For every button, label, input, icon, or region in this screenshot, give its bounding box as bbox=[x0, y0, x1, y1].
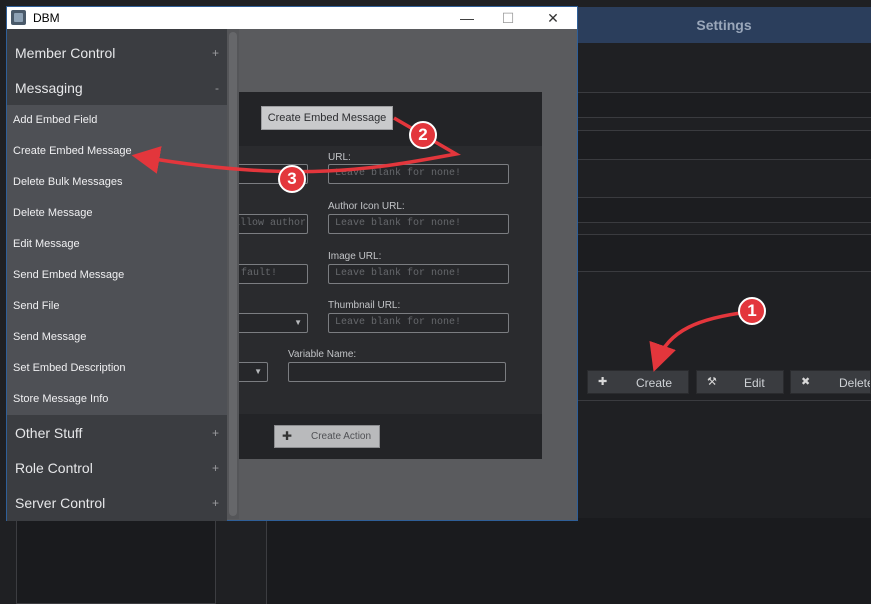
arrow-to-create bbox=[649, 310, 749, 372]
step-2-badge: 2 bbox=[409, 121, 437, 149]
arrow-from-button-to-menu bbox=[131, 116, 461, 174]
step-3-badge: 3 bbox=[278, 165, 306, 193]
step-1-badge: 1 bbox=[738, 297, 766, 325]
